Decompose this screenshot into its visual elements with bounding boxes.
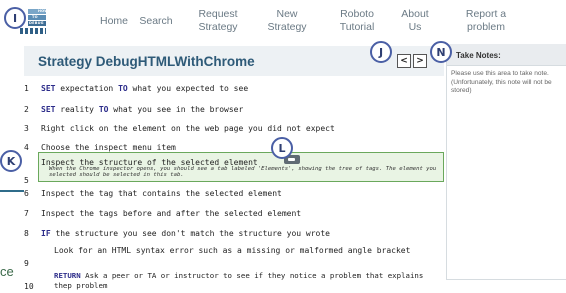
step-text: Right click on the element on the web pa…: [41, 124, 335, 133]
step-text: IF the structure you see don't match the…: [41, 229, 330, 238]
line-number: 5: [24, 176, 29, 185]
logo-bar: HOW: [28, 9, 49, 14]
nav-request-strategy[interactable]: Request Strategy: [193, 0, 243, 42]
logo-bar: DEBUG: [28, 21, 46, 26]
nav-home[interactable]: Home: [94, 0, 134, 42]
line-number: 9: [24, 259, 29, 268]
callout-badge-pager: J: [370, 41, 392, 63]
strategy-panel: Strategy DebugHTMLWithChrome < > When th…: [24, 46, 444, 293]
nav-about-us[interactable]: About Us: [398, 0, 432, 42]
strategy-title: Strategy DebugHTMLWithChrome: [38, 54, 255, 69]
nav-report-problem[interactable]: Report a problem: [456, 0, 516, 42]
next-step-button[interactable]: >: [413, 54, 427, 68]
notes-textarea[interactable]: Please use this area to take note. (Unfo…: [451, 70, 566, 96]
edge-text-fragment: ce: [0, 264, 14, 279]
logo-bar: TO: [28, 15, 46, 20]
callout-badge-logo: I: [4, 7, 26, 29]
prev-step-button[interactable]: <: [397, 54, 411, 68]
nav-new-strategy[interactable]: New Strategy: [262, 0, 312, 42]
step-text: Inspect the structure of the selected el…: [41, 158, 258, 167]
step-pager: < >: [397, 54, 427, 68]
edge-divider: [0, 190, 24, 192]
step-text: SET reality TO what you see in the brows…: [41, 105, 244, 114]
logo-word-2: TO: [32, 15, 38, 19]
step-text: Choose the inspect menu item: [41, 143, 176, 152]
line-number: 10: [24, 282, 34, 291]
logo-word-1: HOW: [38, 9, 49, 13]
step-text: RETURN Ask a peer or TA or instructor to…: [54, 271, 424, 290]
step-text: Inspect the tag that contains the select…: [41, 189, 282, 198]
nav-search[interactable]: Search: [134, 0, 178, 42]
step-text: Look for an HTML syntax error such as a …: [54, 246, 411, 255]
nav-roboto-tutorial[interactable]: Roboto Tutorial: [332, 0, 382, 42]
callout-badge-step: K: [0, 150, 22, 172]
notes-title: Take Notes:: [456, 51, 501, 60]
step-text: SET expectation TO what you expected to …: [41, 84, 249, 93]
callout-badge-notes: N: [430, 41, 452, 63]
logo-dots: [20, 28, 46, 34]
notes-panel: Take Notes: Please use this area to take…: [446, 44, 566, 280]
notes-header: Take Notes:: [447, 44, 566, 66]
logo-word-3: DEBUG: [29, 21, 44, 25]
top-nav: HOW TO DEBUG Home Search Request Strategy…: [0, 0, 566, 42]
callout-badge-help: L: [271, 137, 293, 159]
step-text: Inspect the tags before and after the se…: [41, 209, 302, 218]
